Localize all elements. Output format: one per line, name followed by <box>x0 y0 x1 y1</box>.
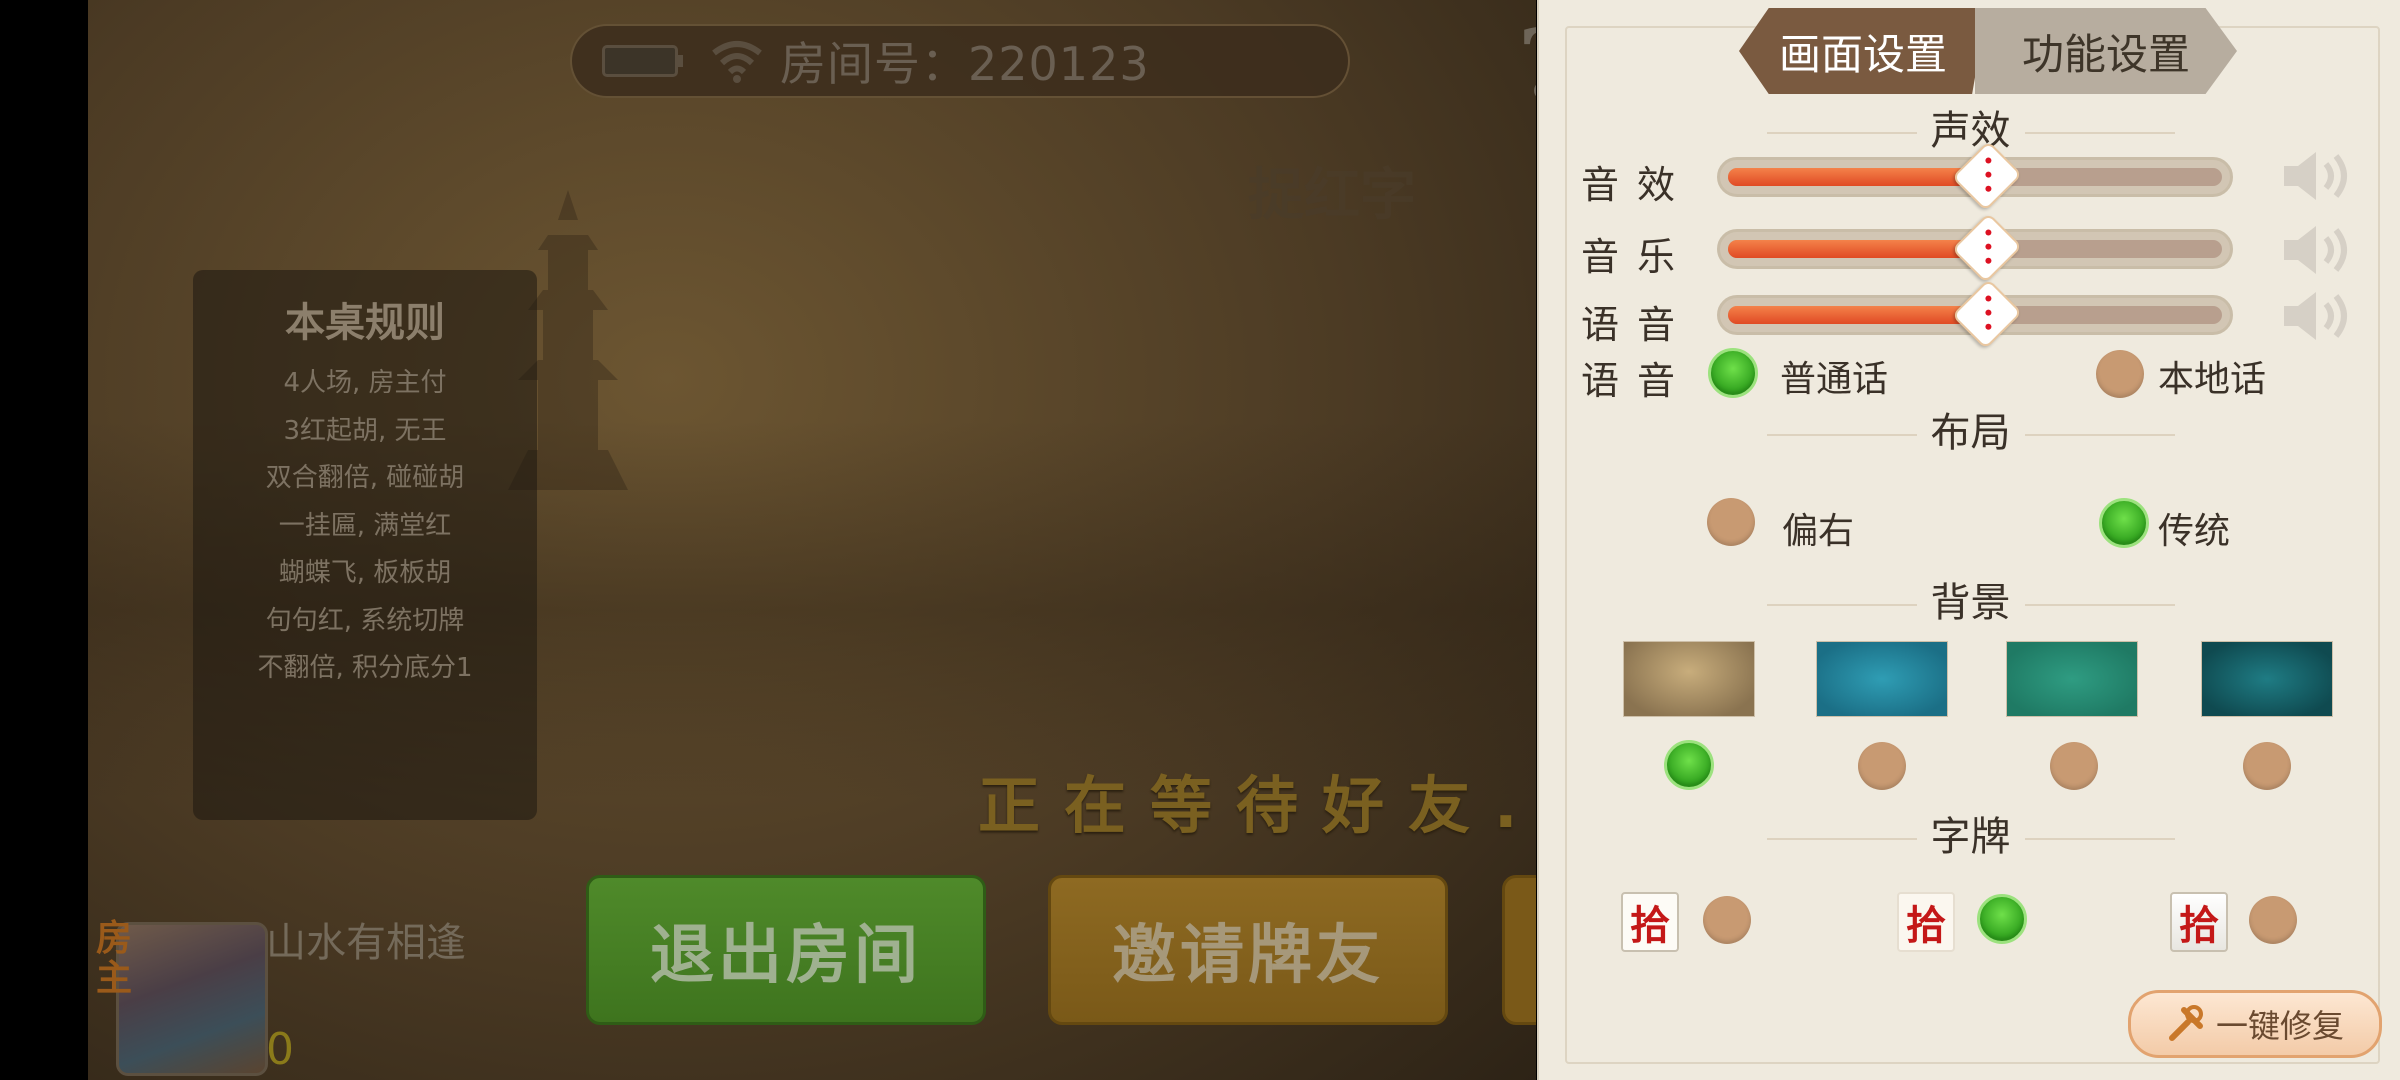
background-thumb-parchment[interactable] <box>1623 641 1755 717</box>
partial-button[interactable] <box>1502 875 1536 1025</box>
radio-tile-style-3[interactable] <box>2249 896 2297 944</box>
rules-line: 一挂匾, 满堂红 <box>278 510 452 541</box>
radio-background-3[interactable] <box>2050 742 2098 790</box>
sound-effect-label: 音效 <box>1581 163 1694 207</box>
section-sound-title: 声效 <box>1930 108 2011 154</box>
radio-tile-style-1[interactable] <box>1703 896 1751 944</box>
tab-display-settings[interactable]: 画面设置 <box>1739 8 1987 94</box>
speaker-icon[interactable] <box>2280 288 2352 344</box>
game-table-area: 房间号：220123 ? 捉红字 本桌规则 4人场, 房主付 3红起胡, 无王 … <box>88 0 1536 1080</box>
sound-effect-slider[interactable] <box>1717 140 2233 212</box>
rules-line: 蝴蝶飞, 板板胡 <box>278 558 452 588</box>
one-click-fix-button[interactable]: 一键修复 <box>2128 990 2382 1058</box>
voice-volume-label: 语音 <box>1581 303 1694 347</box>
tools-icon <box>2168 1005 2203 1041</box>
tab-function-settings[interactable]: 功能设置 <box>1975 8 2237 94</box>
player-seat[interactable]: 房主 <box>96 918 268 1076</box>
radio-layout-right[interactable] <box>1707 498 1755 546</box>
invite-friends-button[interactable]: 邀请牌友 <box>1048 875 1448 1025</box>
tile-style-1[interactable]: 拾 <box>1621 892 1679 952</box>
tile-style-2[interactable]: 拾 <box>1897 892 1955 952</box>
voice-language-label: 语音 <box>1581 359 1694 403</box>
game-title-watermark: 捉红字 <box>1248 162 1416 228</box>
section-background-title: 背景 <box>1930 580 2011 626</box>
rules-line: 双合翻倍, 碰碰胡 <box>265 463 465 493</box>
section-tiles: 字牌 <box>1539 804 2400 862</box>
tile-style-3[interactable]: 拾 <box>2170 892 2228 952</box>
radio-mandarin[interactable] <box>1708 348 1758 398</box>
radio-background-4[interactable] <box>2243 742 2291 790</box>
speaker-icon[interactable] <box>2280 222 2352 278</box>
section-layout: 布局 <box>1539 400 2400 458</box>
background-thumb-green[interactable] <box>2006 641 2138 717</box>
radio-background-2[interactable] <box>1858 742 1906 790</box>
waiting-status-text: 正在等待好友... <box>978 769 1536 842</box>
rules-title: 本桌规则 <box>285 300 445 346</box>
voice-slider[interactable] <box>1717 278 2233 350</box>
radio-layout-traditional[interactable] <box>2099 498 2149 548</box>
rules-line: 句句红, 系统切牌 <box>265 605 465 636</box>
room-info-bar: 房间号：220123 <box>570 24 1350 98</box>
section-sound: 声效 <box>1539 98 2400 156</box>
host-badge: 房主 <box>96 917 133 999</box>
music-label: 音乐 <box>1581 235 1694 279</box>
background-thumb-blue[interactable] <box>1816 641 1948 717</box>
music-slider[interactable] <box>1717 212 2233 284</box>
section-tiles-title: 字牌 <box>1930 814 2011 860</box>
option-mandarin: 普通话 <box>1780 359 1889 400</box>
fix-button-label: 一键修复 <box>2215 1007 2344 1045</box>
wifi-icon <box>712 41 762 83</box>
player-score: 0 <box>266 1024 294 1075</box>
table-rules-panel: 本桌规则 4人场, 房主付 3红起胡, 无王 双合翻倍, 碰碰胡 一挂匾, 满堂… <box>193 270 537 820</box>
option-layout-traditional: 传统 <box>2158 511 2231 552</box>
player-name: 山水有相逢 <box>266 920 466 966</box>
section-background: 背景 <box>1539 570 2400 628</box>
rules-line: 3红起胡, 无王 <box>283 415 447 446</box>
radio-background-1[interactable] <box>1664 740 1714 790</box>
speaker-icon[interactable] <box>2280 148 2352 204</box>
background-thumb-teal[interactable] <box>2201 641 2333 717</box>
rules-line: 不翻倍, 积分底分1 <box>257 653 473 683</box>
settings-tabs: 画面设置 功能设置 <box>1739 8 2239 94</box>
help-icon[interactable]: ? <box>1518 8 1536 121</box>
option-layout-right: 偏右 <box>1782 511 1855 552</box>
rules-line: 4人场, 房主付 <box>283 368 447 398</box>
radio-local-dialect[interactable] <box>2096 350 2144 398</box>
section-layout-title: 布局 <box>1930 410 2011 456</box>
settings-panel: 画面设置 功能设置 声效 音效 音乐 语音 语音 普通话 本地话 布局 偏右 传… <box>1537 0 2400 1080</box>
exit-room-button[interactable]: 退出房间 <box>586 875 986 1025</box>
radio-tile-style-2[interactable] <box>1977 894 2027 944</box>
battery-icon <box>602 45 683 77</box>
room-number: 房间号：220123 <box>780 37 1150 91</box>
option-local-dialect: 本地话 <box>2158 359 2267 400</box>
